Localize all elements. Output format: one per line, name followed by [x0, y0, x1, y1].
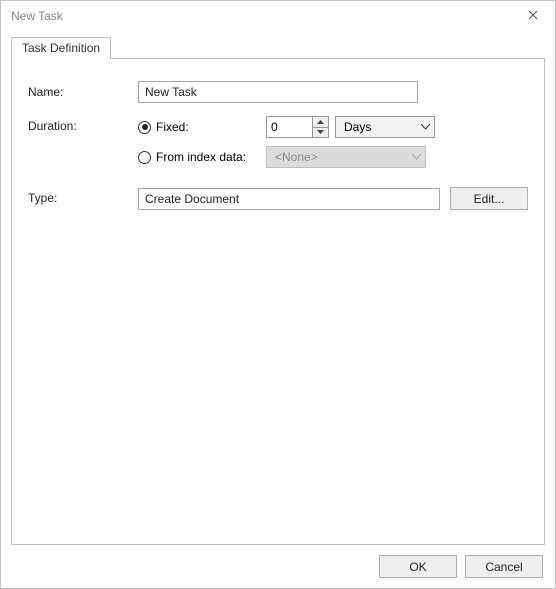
chevron-down-icon — [317, 130, 324, 134]
chevron-down-icon — [412, 154, 421, 160]
content-area: Task Definition Name: Duration: Fixed: — [1, 31, 555, 545]
titlebar: New Task — [1, 1, 555, 31]
row-duration: Duration: Fixed: — [28, 115, 528, 175]
close-button[interactable] — [510, 1, 555, 31]
label-name: Name: — [28, 81, 138, 99]
radio-fixed[interactable] — [138, 121, 151, 134]
row-name: Name: — [28, 81, 528, 103]
label-type: Type: — [28, 187, 138, 205]
index-select: <None> — [266, 146, 426, 168]
ok-button[interactable]: OK — [379, 555, 457, 578]
window-title: New Task — [11, 9, 63, 23]
cancel-button[interactable]: Cancel — [465, 555, 543, 578]
radio-fixed-label[interactable]: Fixed: — [156, 120, 266, 134]
type-display: Create Document — [138, 188, 440, 210]
new-task-dialog: New Task Task Definition Name: Duration: — [0, 0, 556, 589]
row-type: Type: Create Document Edit... — [28, 187, 528, 210]
tab-task-definition[interactable]: Task Definition — [11, 37, 111, 59]
close-icon — [528, 9, 538, 23]
unit-select-value: Days — [344, 120, 371, 134]
duration-index-row: From index data: <None> — [138, 145, 528, 169]
label-duration: Duration: — [28, 115, 138, 133]
spinner-up-button[interactable] — [313, 117, 328, 128]
chevron-up-icon — [317, 120, 324, 124]
name-input[interactable] — [138, 81, 418, 103]
unit-select[interactable]: Days — [335, 116, 435, 138]
dialog-footer: OK Cancel — [1, 545, 555, 588]
fixed-value-input[interactable] — [267, 117, 313, 137]
fixed-value-spinner — [266, 116, 329, 138]
edit-button[interactable]: Edit... — [450, 187, 528, 210]
chevron-down-icon — [421, 124, 430, 130]
index-select-value: <None> — [275, 150, 318, 164]
duration-fixed-row: Fixed: — [138, 115, 528, 139]
spinner-down-button[interactable] — [313, 128, 328, 138]
radio-from-index-label[interactable]: From index data: — [156, 150, 266, 164]
tabpanel-task-definition: Name: Duration: Fixed: — [11, 58, 545, 545]
tabstrip: Task Definition — [11, 37, 545, 59]
radio-from-index[interactable] — [138, 151, 151, 164]
